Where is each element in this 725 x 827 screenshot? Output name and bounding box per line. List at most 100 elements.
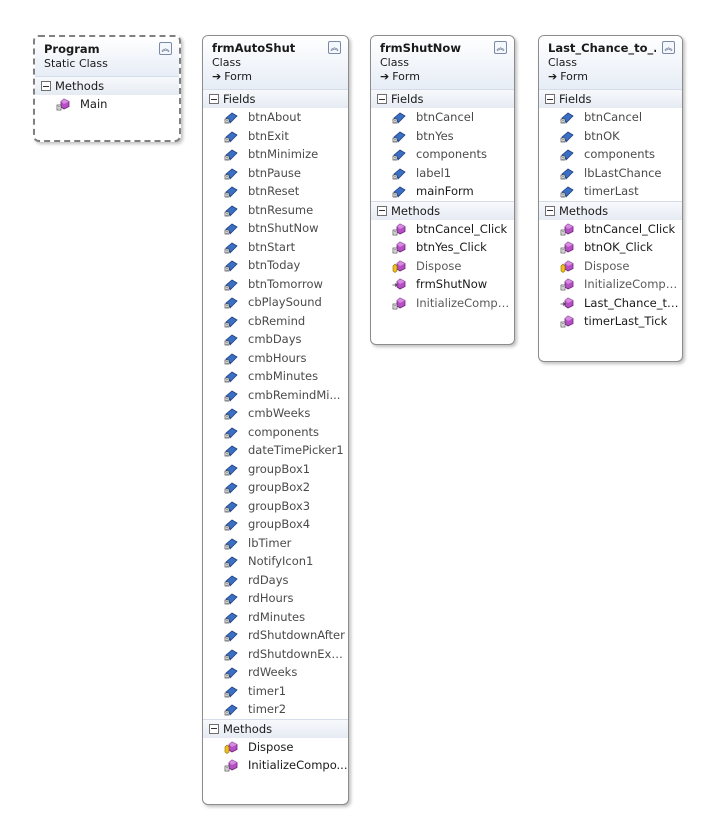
field-item[interactable]: btnStart — [203, 238, 348, 257]
method-item[interactable]: Dispose — [539, 257, 682, 276]
field-item[interactable]: rdWeeks — [203, 663, 348, 682]
class-kind: Class — [380, 56, 409, 69]
class-shape-frmautoshut[interactable]: frmAutoShut Class ➔ Form ︽ Fields btnAbou… — [202, 35, 349, 805]
field-item[interactable]: NotifyIcon1 — [203, 552, 348, 571]
class-title: frmAutoShut — [212, 41, 296, 55]
field-item[interactable]: btnCancel — [539, 108, 682, 127]
field-item[interactable]: btnResume — [203, 201, 348, 220]
field-item[interactable]: groupBox4 — [203, 515, 348, 534]
member-label: InitializeCompo... — [248, 758, 348, 772]
class-shape-program[interactable]: Program Static Class ︽ Methods Main — [33, 35, 181, 142]
field-icon — [224, 407, 239, 420]
field-item[interactable]: components — [371, 145, 514, 164]
field-item[interactable]: groupBox3 — [203, 497, 348, 516]
method-item[interactable]: btnYes_Click — [371, 238, 514, 257]
section-fields[interactable]: Fields — [203, 89, 348, 108]
member-label: lbTimer — [248, 535, 292, 550]
field-item[interactable]: btnYes — [371, 127, 514, 146]
class-shape-last-chance[interactable]: Last_Chance_to_... Class ➔ Form ︽ Fields … — [538, 35, 683, 362]
section-fields[interactable]: Fields — [539, 89, 682, 108]
section-fields[interactable]: Fields — [371, 89, 514, 108]
field-item[interactable]: rdShutdownAfter — [203, 626, 348, 645]
collapse-chevron-icon[interactable]: ︽ — [328, 41, 341, 54]
field-item[interactable]: cmbMinutes — [203, 367, 348, 386]
field-item[interactable]: cmbWeeks — [203, 404, 348, 423]
section-methods[interactable]: Methods — [539, 200, 682, 220]
field-item[interactable]: rdShutdownExa... — [203, 645, 348, 664]
collapse-minus-icon[interactable] — [209, 94, 219, 104]
field-item[interactable]: cbPlaySound — [203, 293, 348, 312]
section-label: Methods — [55, 79, 105, 93]
field-item[interactable]: timer1 — [203, 682, 348, 701]
field-item[interactable]: timer2 — [203, 700, 348, 719]
section-label: Fields — [559, 92, 592, 106]
field-item[interactable]: cbRemind — [203, 312, 348, 331]
field-item[interactable]: btnTomorrow — [203, 275, 348, 294]
field-item[interactable]: btnExit — [203, 127, 348, 146]
class-header[interactable]: frmShutNow Class ➔ Form ︽ — [371, 36, 514, 89]
field-item[interactable]: components — [203, 423, 348, 442]
field-item[interactable]: btnShutNow — [203, 219, 348, 238]
collapse-minus-icon[interactable] — [377, 94, 387, 104]
field-item[interactable]: btnToday — [203, 256, 348, 275]
field-item[interactable]: groupBox1 — [203, 460, 348, 479]
method-item[interactable]: InitializeCompo... — [371, 294, 514, 313]
field-icon — [224, 296, 239, 309]
collapse-chevron-icon[interactable]: ︽ — [662, 41, 675, 54]
field-item[interactable]: cmbRemindMi... — [203, 386, 348, 405]
method-item[interactable]: Dispose — [203, 738, 348, 757]
class-header[interactable]: frmAutoShut Class ➔ Form ︽ — [203, 36, 348, 89]
class-shape-frmshutnow[interactable]: frmShutNow Class ➔ Form ︽ Fields btnCance… — [370, 35, 515, 345]
section-methods[interactable]: Methods — [371, 200, 514, 220]
collapse-minus-icon[interactable] — [41, 81, 51, 91]
member-label: btnStart — [248, 239, 296, 254]
field-item[interactable]: btnOK — [539, 127, 682, 146]
method-item[interactable]: Last_Chance_to... — [539, 294, 682, 313]
class-header[interactable]: Last_Chance_to_... Class ➔ Form ︽ — [539, 36, 682, 89]
collapse-minus-icon[interactable] — [209, 723, 219, 734]
collapse-chevron-icon[interactable]: ︽ — [159, 42, 172, 55]
field-item[interactable]: rdHours — [203, 589, 348, 608]
method-item[interactable]: InitializeCompo... — [203, 756, 348, 775]
method-item[interactable]: btnOK_Click — [539, 238, 682, 257]
method-item[interactable]: timerLast_Tick — [539, 312, 682, 331]
field-item[interactable]: rdMinutes — [203, 608, 348, 627]
section-methods[interactable]: Methods — [35, 76, 179, 95]
field-item[interactable]: dateTimePicker1 — [203, 441, 348, 460]
field-item[interactable]: groupBox2 — [203, 478, 348, 497]
collapse-minus-icon[interactable] — [545, 205, 555, 216]
field-item[interactable]: btnCancel — [371, 108, 514, 127]
field-item[interactable]: mainForm — [371, 182, 514, 201]
class-header[interactable]: Program Static Class ︽ — [35, 37, 179, 76]
class-kind: Class — [548, 56, 577, 69]
method-item[interactable]: Main — [35, 95, 179, 114]
field-icon — [560, 130, 575, 143]
field-item[interactable]: timerLast — [539, 182, 682, 201]
field-item[interactable]: cmbHours — [203, 349, 348, 368]
field-icon — [224, 500, 239, 513]
method-item[interactable]: btnCancel_Click — [539, 220, 682, 239]
member-label: btnYes — [416, 128, 454, 143]
collapse-chevron-icon[interactable]: ︽ — [494, 41, 507, 54]
field-icon — [224, 204, 239, 217]
field-item[interactable]: btnPause — [203, 164, 348, 183]
field-item[interactable]: btnAbout — [203, 108, 348, 127]
field-item[interactable]: label1 — [371, 164, 514, 183]
member-list: btnAbout btnExit btnMinimize btnPause btnRes… — [203, 108, 348, 719]
collapse-minus-icon[interactable] — [377, 205, 387, 216]
field-item[interactable]: rdDays — [203, 571, 348, 590]
field-item[interactable]: lbLastChance — [539, 164, 682, 183]
field-item[interactable]: btnReset — [203, 182, 348, 201]
base-class-name: Form — [392, 70, 420, 83]
field-item[interactable]: cmbDays — [203, 330, 348, 349]
member-label: rdShutdownAfter — [248, 628, 345, 642]
method-item[interactable]: btnCancel_Click — [371, 220, 514, 239]
method-item[interactable]: Dispose — [371, 257, 514, 276]
field-item[interactable]: components — [539, 145, 682, 164]
field-item[interactable]: lbTimer — [203, 534, 348, 553]
method-item[interactable]: InitializeCompo... — [539, 275, 682, 294]
method-item[interactable]: frmShutNow — [371, 275, 514, 294]
section-methods[interactable]: Methods — [203, 718, 348, 738]
field-item[interactable]: btnMinimize — [203, 145, 348, 164]
collapse-minus-icon[interactable] — [545, 94, 555, 104]
